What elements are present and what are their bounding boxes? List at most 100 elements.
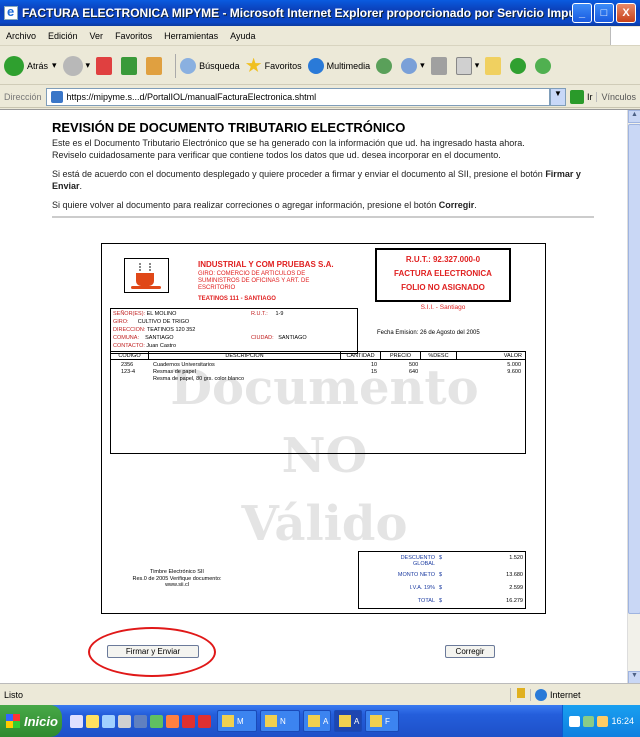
folio: FOLIO NO ASIGNADO bbox=[401, 283, 485, 292]
quicklaunch-icon[interactable] bbox=[198, 714, 211, 728]
menu-ayuda[interactable]: Ayuda bbox=[224, 31, 261, 41]
value: SANTIAGO bbox=[145, 335, 174, 341]
scroll-down-icon[interactable]: ▼ bbox=[628, 671, 640, 683]
toolbar-separator bbox=[175, 53, 177, 78]
col-codigo: CODIGO bbox=[111, 352, 149, 359]
quicklaunch-icon[interactable] bbox=[182, 714, 195, 728]
stop-button[interactable] bbox=[96, 56, 115, 75]
history-icon bbox=[376, 57, 393, 74]
corregir-button[interactable]: Corregir bbox=[445, 645, 495, 658]
taskbar-item[interactable]: F bbox=[365, 710, 399, 732]
stop-icon bbox=[96, 56, 113, 75]
title-bar: FACTURA ELECTRONICA MIPYME - Microsoft I… bbox=[0, 0, 640, 26]
url-text: https://mipyme.s...d/PortalIOL/manualFac… bbox=[66, 91, 317, 102]
quicklaunch-icon[interactable] bbox=[150, 714, 163, 728]
issue-date: Fecha Emision: 26 de Agosto del 2005 bbox=[377, 330, 480, 336]
extra-button[interactable] bbox=[535, 57, 554, 74]
task-label: N bbox=[280, 716, 286, 726]
messenger-button[interactable] bbox=[510, 57, 529, 74]
print-icon bbox=[430, 56, 447, 75]
intro-text-1: Este es el Documento Tributario Electrón… bbox=[52, 138, 525, 148]
home-button[interactable] bbox=[146, 56, 165, 75]
receiver-box: SEÑOR(ES): EL MOLINO R.U.T.: 1-9 GIRO: C… bbox=[110, 308, 358, 354]
issuer-address: TEATINOS 111 - SANTIAGO bbox=[198, 296, 276, 302]
dropdown-icon: ▾ bbox=[420, 60, 425, 70]
firmar-enviar-button[interactable]: Firmar y Enviar bbox=[107, 645, 199, 658]
watermark-line-3: Válido bbox=[241, 496, 408, 552]
app-icon bbox=[265, 715, 277, 727]
electronic-stamp: Timbre Electrónico SII Res.0 de 2005 Ver… bbox=[112, 569, 242, 589]
total-value: 1.520 bbox=[509, 555, 523, 561]
value: EL MOLINO bbox=[146, 311, 177, 317]
menu-favoritos[interactable]: Favoritos bbox=[109, 31, 158, 41]
folder-button[interactable] bbox=[485, 56, 504, 75]
favorites-button[interactable]: Favoritos bbox=[245, 57, 302, 74]
go-label: Ir bbox=[586, 91, 593, 102]
close-button[interactable]: X bbox=[616, 3, 636, 23]
quicklaunch-icon[interactable] bbox=[102, 714, 115, 728]
quicklaunch-icon[interactable] bbox=[166, 714, 179, 728]
item-qty: 15 bbox=[371, 369, 378, 375]
correct-instruction: Si quiere volver al documento para reali… bbox=[52, 200, 477, 210]
refresh-button[interactable] bbox=[121, 56, 140, 75]
col-cantidad: CANTIDAD bbox=[341, 352, 381, 359]
start-button[interactable]: Inicio bbox=[0, 705, 62, 737]
taskbar-item[interactable]: A bbox=[334, 710, 362, 732]
quicklaunch-icon[interactable] bbox=[118, 714, 131, 728]
menu-ver[interactable]: Ver bbox=[84, 31, 110, 41]
total-value: 16.279 bbox=[506, 598, 523, 604]
mail-button[interactable]: ▾ bbox=[401, 57, 425, 74]
taskbar-item[interactable]: A bbox=[303, 710, 331, 732]
edit-button[interactable]: ▾ bbox=[455, 56, 479, 75]
receiver-row: R.U.T.: 1-9 bbox=[251, 311, 283, 318]
url-dropdown-icon[interactable]: ▼ bbox=[549, 87, 566, 106]
history-button[interactable] bbox=[376, 57, 395, 74]
taskbar-item[interactable]: N bbox=[260, 710, 300, 732]
app-icon bbox=[339, 715, 351, 727]
links-button[interactable]: Vínculos bbox=[596, 91, 640, 102]
toolbar: Atrás ▾ ▾ Búsqueda Favoritos Multimedia … bbox=[0, 47, 640, 85]
receiver-row: SEÑOR(ES): EL MOLINO bbox=[113, 311, 176, 318]
quicklaunch-icon[interactable] bbox=[86, 714, 99, 728]
scroll-thumb[interactable] bbox=[628, 124, 640, 614]
tray-icon[interactable] bbox=[569, 715, 581, 727]
quicklaunch-icon[interactable] bbox=[70, 714, 83, 728]
page-content: REVISIÓN DE DOCUMENTO TRIBUTARIO ELECTRÓ… bbox=[52, 120, 597, 218]
value: 1-9 bbox=[275, 311, 284, 317]
dropdown-icon: ▾ bbox=[85, 60, 91, 70]
quicklaunch-icon[interactable] bbox=[134, 714, 147, 728]
back-button[interactable]: Atrás ▾ bbox=[4, 55, 57, 76]
item-qty: 10 bbox=[371, 362, 378, 368]
page-viewport: REVISIÓN DE DOCUMENTO TRIBUTARIO ELECTRÓ… bbox=[0, 109, 640, 683]
print-button[interactable] bbox=[430, 56, 450, 75]
value: SANTIAGO bbox=[278, 335, 307, 341]
correct-button-reference: Corregir bbox=[438, 200, 475, 210]
search-button[interactable]: Búsqueda bbox=[180, 57, 240, 74]
menu-edicion[interactable]: Edición bbox=[42, 31, 84, 41]
taskbar-item[interactable]: M bbox=[217, 710, 257, 732]
menu-archivo[interactable]: Archivo bbox=[0, 31, 42, 41]
multimedia-button[interactable]: Multimedia bbox=[307, 57, 370, 74]
zone-label: Internet bbox=[550, 689, 581, 700]
windows-flag-icon bbox=[6, 714, 20, 728]
issuer-name: INDUSTRIAL Y COM PRUEBAS S.A. bbox=[198, 260, 334, 269]
document-type: FACTURA ELECTRONICA bbox=[394, 269, 492, 278]
label: R.U.T.: bbox=[251, 311, 268, 317]
sign-instruction: Si está de acuerdo con el documento desp… bbox=[52, 169, 581, 191]
security-zone: Internet bbox=[530, 688, 640, 701]
tray-icon[interactable] bbox=[583, 715, 595, 727]
minimize-button[interactable]: _ bbox=[572, 3, 592, 23]
total-row: TOTAL $16.279 bbox=[359, 598, 527, 606]
app-icon bbox=[308, 715, 320, 727]
go-button[interactable]: Ir bbox=[569, 89, 593, 104]
label: CIUDAD: bbox=[251, 335, 274, 341]
tray-icon[interactable] bbox=[597, 715, 609, 727]
forward-button[interactable]: ▾ bbox=[62, 55, 91, 76]
menu-herramientas[interactable]: Herramientas bbox=[158, 31, 224, 41]
scroll-up-icon[interactable]: ▲ bbox=[628, 110, 640, 123]
maximize-button[interactable]: □ bbox=[594, 3, 614, 23]
url-field[interactable]: https://mipyme.s...d/PortalIOL/manualFac… bbox=[45, 87, 550, 106]
company-logo bbox=[124, 258, 169, 293]
vertical-scrollbar[interactable]: ▲ ▼ bbox=[627, 110, 640, 683]
edit-icon bbox=[455, 56, 472, 75]
